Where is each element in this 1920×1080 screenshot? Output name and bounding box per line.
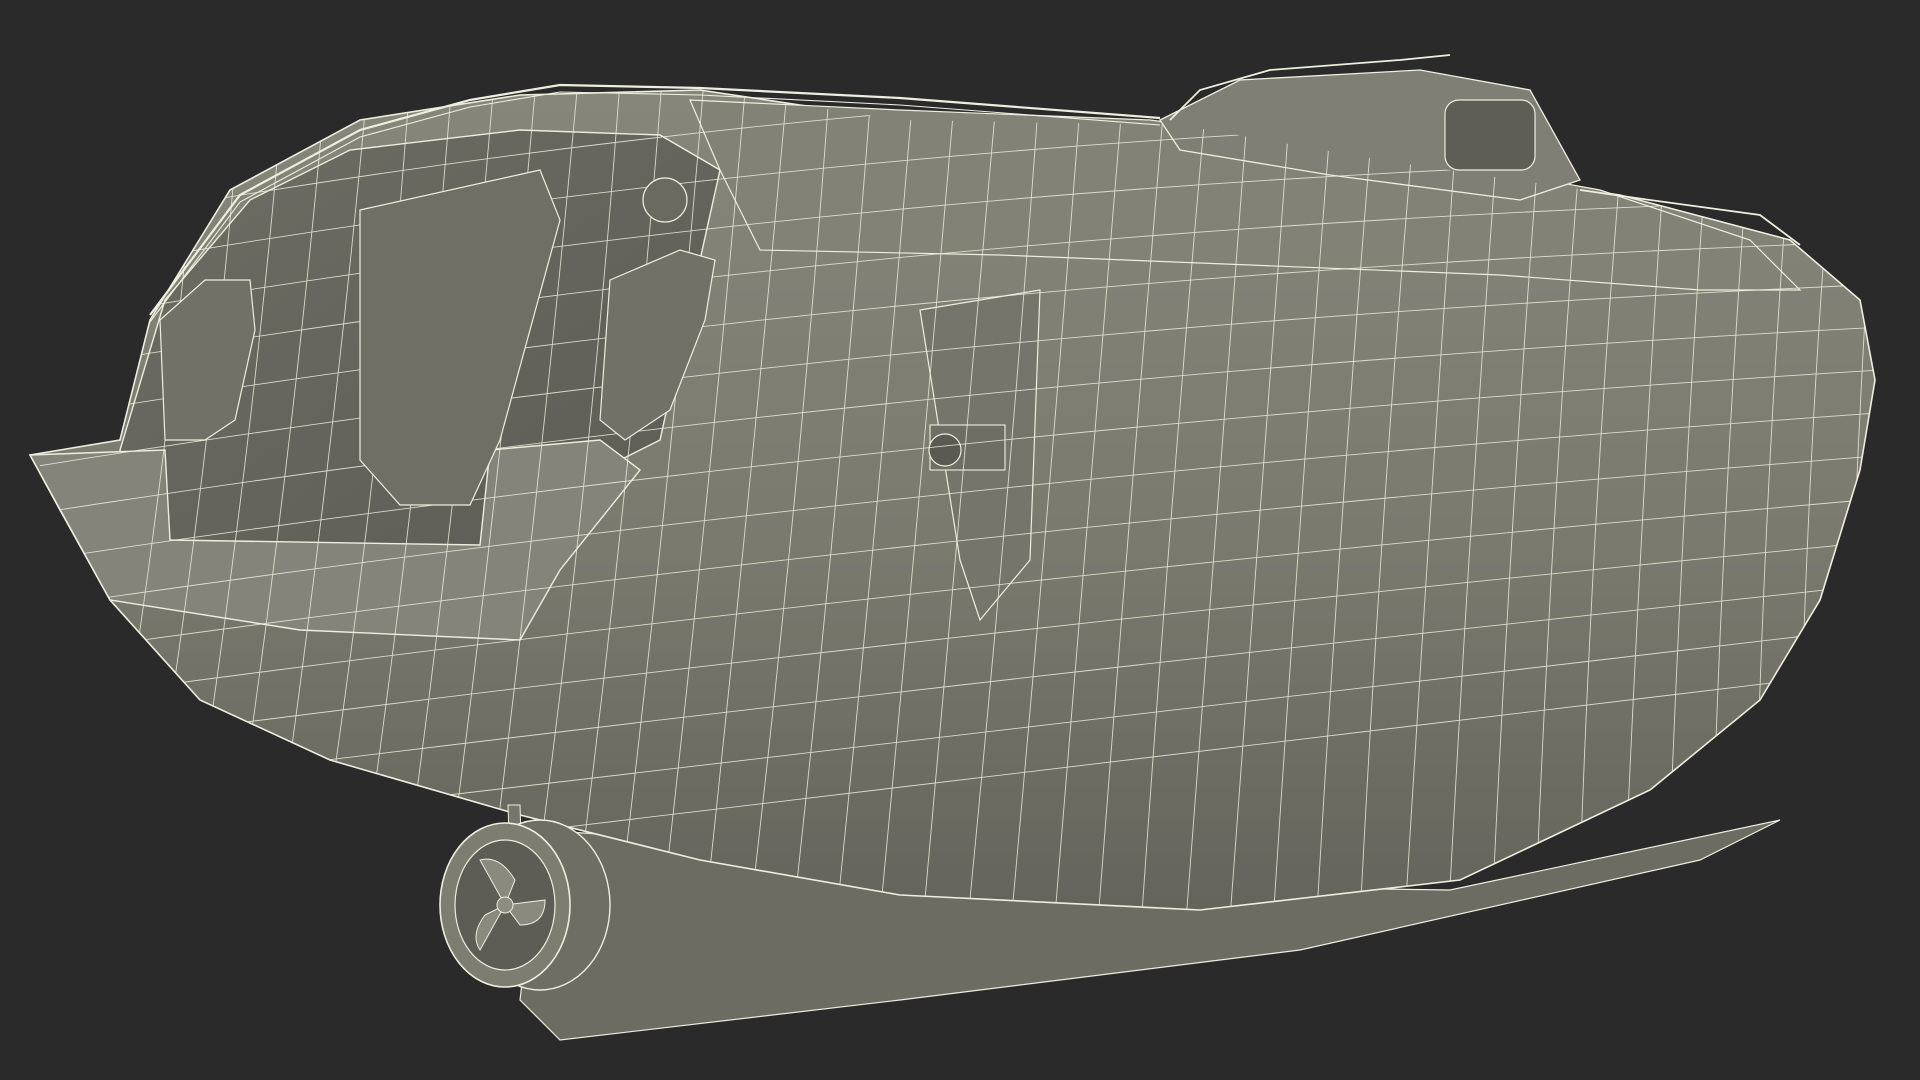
propeller-hub bbox=[496, 896, 514, 914]
viewport-3d[interactable] bbox=[0, 0, 1920, 1080]
hatch-window bbox=[1444, 99, 1536, 171]
propeller-assembly bbox=[439, 819, 611, 991]
porthole-small bbox=[642, 177, 688, 223]
wire-frame-section bbox=[1839, 90, 1875, 910]
lifeboat-wireframe-render bbox=[28, 54, 1876, 1041]
side-bracket-eye bbox=[928, 433, 962, 467]
